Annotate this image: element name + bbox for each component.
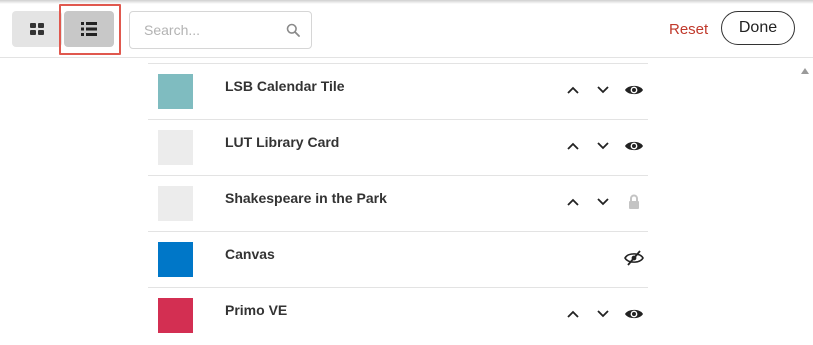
toolbar: Reset Done	[0, 0, 813, 58]
tile-color-swatch	[158, 74, 193, 109]
move-down-icon[interactable]	[594, 305, 612, 323]
move-up-icon[interactable]	[564, 305, 582, 323]
tile-title: Primo VE	[225, 302, 288, 318]
move-up-icon[interactable]	[564, 193, 582, 211]
lock-icon	[623, 193, 645, 211]
grid-icon	[30, 23, 44, 35]
search-input[interactable]	[130, 12, 280, 48]
list-icon	[81, 22, 97, 36]
move-down-icon[interactable]	[594, 81, 612, 99]
grid-view-button[interactable]	[12, 11, 62, 47]
tile-row: Primo VE	[148, 287, 648, 343]
eye-icon[interactable]	[623, 81, 645, 99]
tile-color-swatch	[158, 186, 193, 221]
tile-title: LSB Calendar Tile	[225, 78, 345, 94]
eye-slash-icon[interactable]	[623, 249, 645, 267]
eye-icon[interactable]	[623, 137, 645, 155]
reset-link[interactable]: Reset	[669, 21, 708, 38]
search-icon[interactable]	[286, 23, 300, 37]
tile-title: LUT Library Card	[225, 134, 340, 150]
tile-row: LUT Library Card	[148, 119, 648, 175]
search-box	[129, 11, 312, 49]
tile-row: Shakespeare in the Park	[148, 175, 648, 231]
eye-icon[interactable]	[623, 305, 645, 323]
tile-row: LSB Calendar Tile	[148, 63, 648, 119]
list-view-button[interactable]	[64, 11, 114, 47]
tile-row: Canvas	[148, 231, 648, 287]
tile-list: LSB Calendar Tile LUT Library Card Shakesp…	[148, 63, 648, 343]
move-up-icon[interactable]	[564, 81, 582, 99]
tile-color-swatch	[158, 242, 193, 277]
tile-color-swatch	[158, 298, 193, 333]
move-up-icon[interactable]	[564, 137, 582, 155]
move-down-icon[interactable]	[594, 137, 612, 155]
done-button[interactable]: Done	[721, 11, 795, 45]
tile-title: Canvas	[225, 246, 275, 262]
tile-color-swatch	[158, 130, 193, 165]
tile-title: Shakespeare in the Park	[225, 190, 387, 206]
scroll-up-arrow[interactable]	[801, 68, 809, 74]
move-down-icon[interactable]	[594, 193, 612, 211]
